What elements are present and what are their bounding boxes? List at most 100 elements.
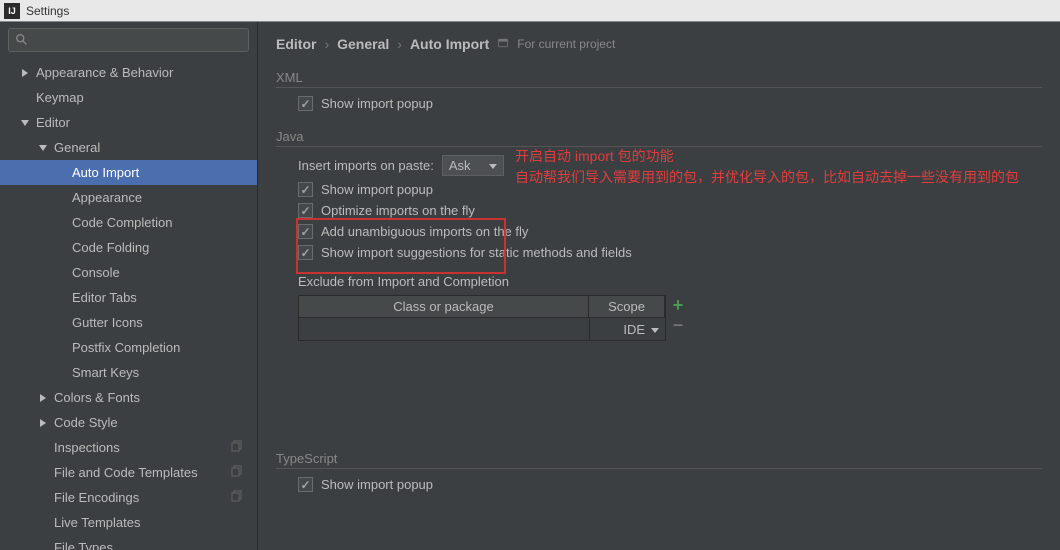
no-arrow: [36, 541, 50, 550]
no-arrow: [54, 366, 68, 380]
chevron-right-icon[interactable]: [36, 391, 50, 405]
no-arrow: [36, 516, 50, 530]
sidebar-item-label: Code Folding: [72, 240, 257, 255]
sidebar-item-appearance-behavior[interactable]: Appearance & Behavior: [0, 60, 257, 85]
label-exclude-header: Exclude from Import and Completion: [298, 274, 1042, 289]
sidebar-item-label: File Types: [54, 540, 257, 550]
chevron-right-icon[interactable]: [36, 416, 50, 430]
chevron-down-icon[interactable]: [651, 322, 659, 337]
sidebar-item-colors-fonts[interactable]: Colors & Fonts: [0, 385, 257, 410]
exclude-table: Class or package Scope IDE: [298, 295, 666, 341]
sidebar-item-code-completion[interactable]: Code Completion: [0, 210, 257, 235]
titlebar: IJ Settings: [0, 0, 1060, 22]
sidebar-item-file-and-code-templates[interactable]: File and Code Templates: [0, 460, 257, 485]
sidebar-item-appearance[interactable]: Appearance: [0, 185, 257, 210]
sidebar-item-code-folding[interactable]: Code Folding: [0, 235, 257, 260]
section-typescript: TypeScript: [276, 451, 1042, 469]
no-arrow: [54, 166, 68, 180]
no-arrow: [36, 441, 50, 455]
project-level-icon: [231, 440, 243, 455]
sidebar-item-label: Appearance & Behavior: [36, 65, 257, 80]
sidebar-item-inspections[interactable]: Inspections: [0, 435, 257, 460]
breadcrumb-item[interactable]: General: [337, 36, 389, 52]
no-arrow: [54, 216, 68, 230]
breadcrumb-item[interactable]: Editor: [276, 36, 316, 52]
chevron-down-icon[interactable]: [36, 141, 50, 155]
label-xml-show-popup: Show import popup: [321, 96, 433, 111]
no-arrow: [54, 241, 68, 255]
sidebar-item-code-style[interactable]: Code Style: [0, 410, 257, 435]
sidebar-item-file-types[interactable]: File Types: [0, 535, 257, 550]
chevron-down-icon[interactable]: [18, 116, 32, 130]
label-optimize-imports: Optimize imports on the fly: [321, 203, 475, 218]
sidebar-item-label: Editor: [36, 115, 257, 130]
sidebar-item-label: Keymap: [36, 90, 257, 105]
label-static-suggestions: Show import suggestions for static metho…: [321, 245, 632, 260]
dropdown-insert-on-paste[interactable]: Ask: [442, 155, 504, 176]
sidebar-item-editor[interactable]: Editor: [0, 110, 257, 135]
sidebar-item-label: Editor Tabs: [72, 290, 257, 305]
sidebar-item-label: Code Completion: [72, 215, 257, 230]
remove-button[interactable]: −: [670, 317, 686, 333]
sidebar-item-label: Console: [72, 265, 257, 280]
label-unambiguous-imports: Add unambiguous imports on the fly: [321, 224, 528, 239]
project-level-icon: [231, 465, 243, 480]
sidebar-item-label: File Encodings: [54, 490, 231, 505]
checkbox-static-suggestions[interactable]: [298, 245, 313, 260]
table-row[interactable]: IDE: [299, 318, 665, 340]
checkbox-xml-show-popup[interactable]: [298, 96, 313, 111]
checkbox-optimize-imports[interactable]: [298, 203, 313, 218]
sidebar-item-label: Gutter Icons: [72, 315, 257, 330]
checkbox-ts-show-popup[interactable]: [298, 477, 313, 492]
no-arrow: [36, 491, 50, 505]
sidebar-item-gutter-icons[interactable]: Gutter Icons: [0, 310, 257, 335]
breadcrumb: Editor › General › Auto Import For curre…: [276, 36, 1042, 52]
no-arrow: [54, 191, 68, 205]
checkbox-unambiguous-imports[interactable]: [298, 224, 313, 239]
annotation-text: 开启自动 import 包的功能 自动帮我们导入需要用到的包，并优化导入的包，比…: [515, 146, 1055, 188]
sidebar-item-label: Code Style: [54, 415, 257, 430]
window-title: Settings: [26, 4, 69, 18]
sidebar-item-label: File and Code Templates: [54, 465, 231, 480]
sidebar-item-keymap[interactable]: Keymap: [0, 85, 257, 110]
sidebar-item-console[interactable]: Console: [0, 260, 257, 285]
sidebar-item-label: Postfix Completion: [72, 340, 257, 355]
settings-tree: Appearance & Behavior Keymap Editor General…: [0, 58, 257, 550]
sidebar-item-live-templates[interactable]: Live Templates: [0, 510, 257, 535]
label-java-show-popup: Show import popup: [321, 182, 433, 197]
sidebar: Appearance & Behavior Keymap Editor General…: [0, 22, 258, 550]
sidebar-item-label: Live Templates: [54, 515, 257, 530]
chevron-right-icon[interactable]: [18, 66, 32, 80]
sidebar-item-postfix-completion[interactable]: Postfix Completion: [0, 335, 257, 360]
sidebar-item-general[interactable]: General: [0, 135, 257, 160]
section-xml: XML: [276, 70, 1042, 88]
sidebar-item-label: Inspections: [54, 440, 231, 455]
search-input[interactable]: [8, 28, 249, 52]
project-icon: [497, 36, 509, 52]
no-arrow: [54, 341, 68, 355]
project-level-icon: [231, 490, 243, 505]
th-scope[interactable]: Scope: [589, 296, 665, 318]
project-scope-label: For current project: [517, 37, 615, 51]
sidebar-item-editor-tabs[interactable]: Editor Tabs: [0, 285, 257, 310]
no-arrow: [18, 91, 32, 105]
scope-value: IDE: [623, 322, 645, 337]
sidebar-item-file-encodings[interactable]: File Encodings: [0, 485, 257, 510]
search-icon: [15, 33, 29, 47]
checkbox-java-show-popup[interactable]: [298, 182, 313, 197]
no-arrow: [54, 316, 68, 330]
sidebar-item-label: General: [54, 140, 257, 155]
sidebar-item-auto-import[interactable]: Auto Import: [0, 160, 257, 185]
sidebar-item-smart-keys[interactable]: Smart Keys: [0, 360, 257, 385]
sidebar-item-label: Colors & Fonts: [54, 390, 257, 405]
label-ts-show-popup: Show import popup: [321, 477, 433, 492]
add-button[interactable]: +: [670, 297, 686, 313]
section-java: Java: [276, 129, 1042, 147]
content-panel: Editor › General › Auto Import For curre…: [258, 22, 1060, 550]
th-class[interactable]: Class or package: [299, 296, 589, 318]
no-arrow: [54, 291, 68, 305]
breadcrumb-item[interactable]: Auto Import: [410, 36, 489, 52]
app-icon: IJ: [4, 3, 20, 19]
label-insert-on-paste: Insert imports on paste:: [298, 158, 434, 173]
chevron-down-icon: [489, 158, 497, 173]
